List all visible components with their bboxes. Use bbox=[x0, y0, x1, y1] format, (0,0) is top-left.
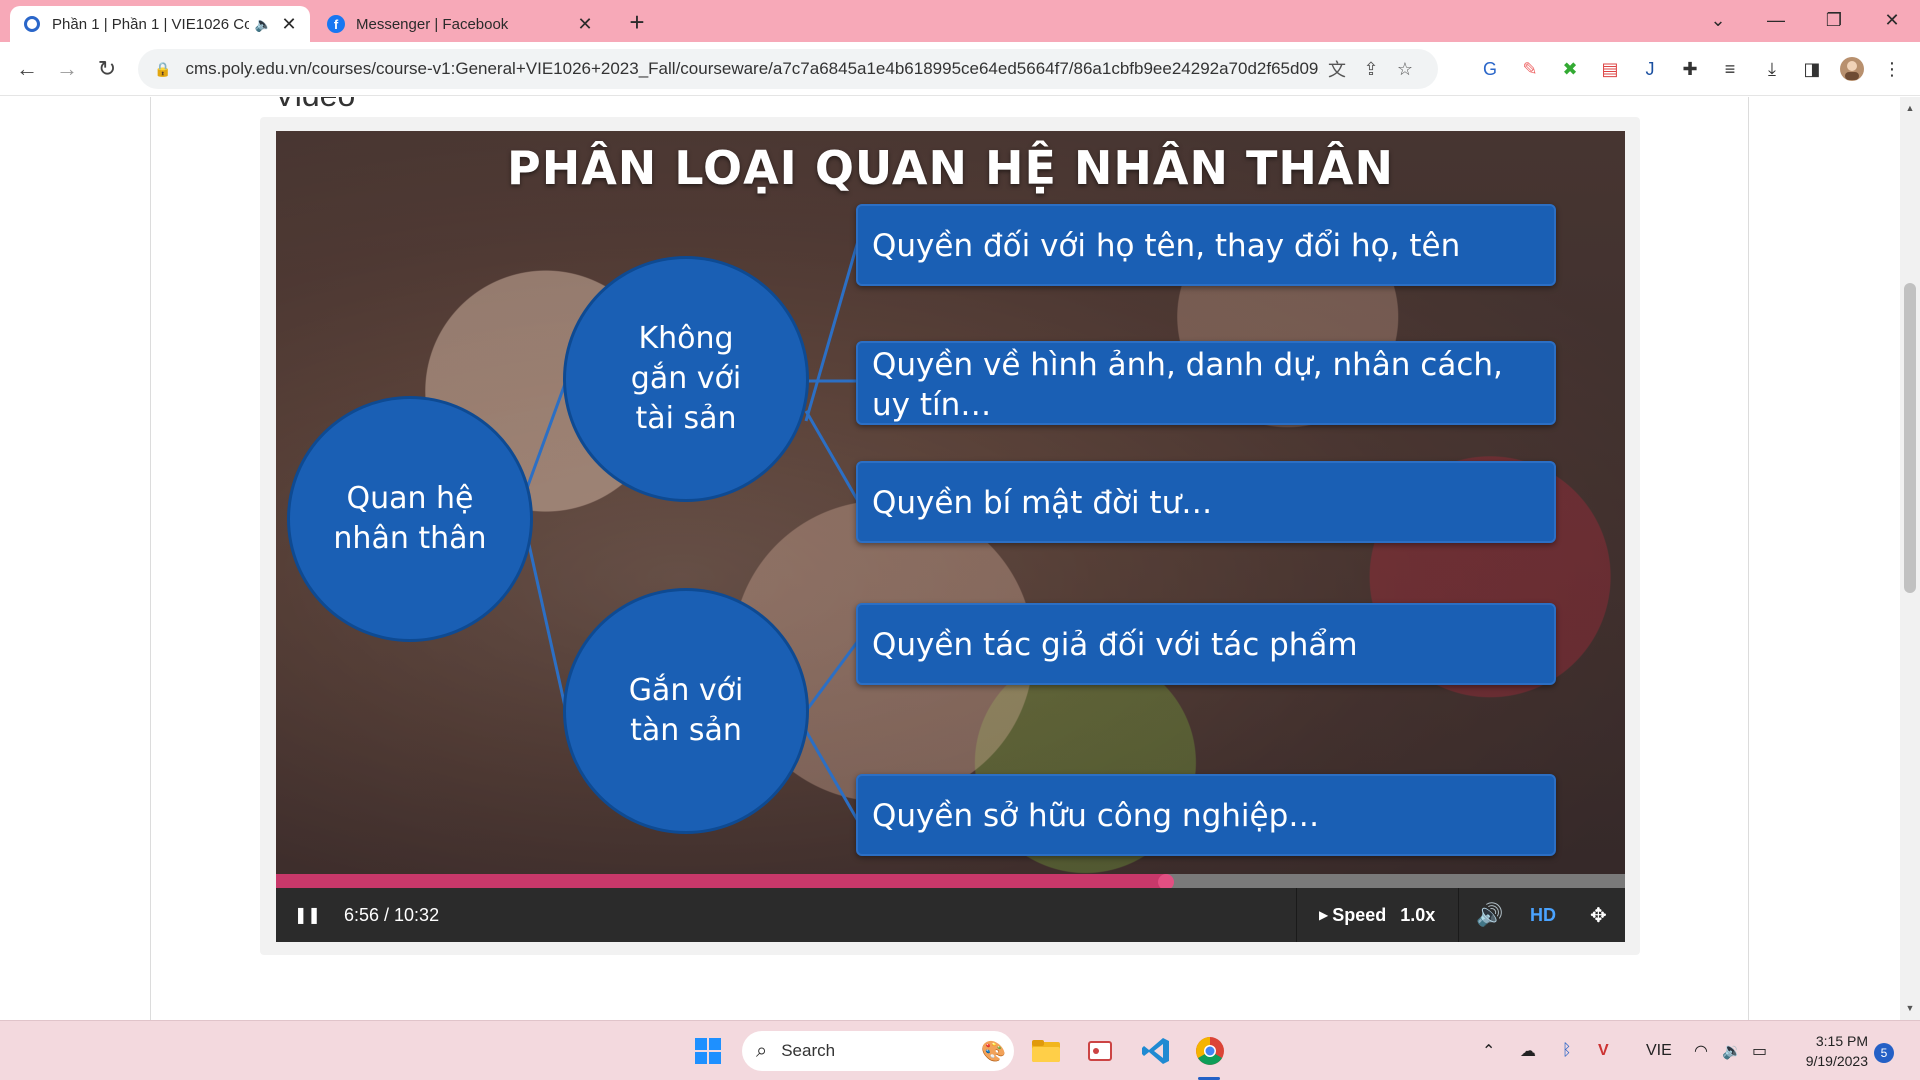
clock-time: 3:15 PM bbox=[1815, 1033, 1868, 1049]
video-progress[interactable] bbox=[276, 874, 1625, 890]
speed-label: Speed bbox=[1332, 904, 1387, 925]
facebook-icon: f bbox=[326, 14, 346, 34]
notification-badge[interactable]: 5 bbox=[1874, 1043, 1894, 1063]
root-circle: Quan hệ nhân thân bbox=[290, 399, 530, 639]
close-icon[interactable]: ✕ bbox=[280, 14, 298, 35]
back-arrow-icon[interactable]: ← bbox=[12, 54, 42, 84]
chevron-down-icon[interactable]: ⌄ bbox=[1690, 0, 1746, 40]
svg-text:f: f bbox=[334, 17, 339, 32]
section-title: Video bbox=[274, 97, 355, 114]
window-close-icon[interactable]: ✕ bbox=[1864, 0, 1920, 40]
search-highlight-icon: 🎨 bbox=[981, 1040, 1006, 1063]
caret-right-icon: ▶ bbox=[1319, 908, 1329, 922]
restore-icon[interactable]: ❐ bbox=[1806, 0, 1862, 40]
ring-icon bbox=[22, 14, 42, 34]
item-box: Quyền về hình ảnh, danh dự, nhân cách, u… bbox=[856, 341, 1556, 425]
hd-button[interactable]: HD bbox=[1530, 888, 1556, 942]
item-box: Quyền sở hữu công nghiệp… bbox=[856, 774, 1556, 856]
page-scrollbar[interactable]: ▲ ▼ bbox=[1900, 97, 1920, 1020]
search-icon: ⌕ bbox=[756, 1039, 768, 1062]
scroll-down-icon[interactable]: ▼ bbox=[1900, 1003, 1920, 1013]
windows-start-icon[interactable] bbox=[688, 1031, 728, 1071]
tab-strip: Phần 1 | Phần 1 | VIE1026 Co 🔈 ✕ f Messe… bbox=[0, 0, 1920, 42]
file-explorer-icon[interactable] bbox=[1026, 1031, 1066, 1071]
column-divider bbox=[1748, 97, 1749, 1020]
translate-icon[interactable]: 文 bbox=[1320, 56, 1354, 82]
chevron-up-icon[interactable]: ⌃ bbox=[1482, 1021, 1495, 1080]
video-controls: ❚❚ 6:56 / 10:32 ▶ Speed 1.0x 🔊 HD ✥ bbox=[276, 888, 1625, 942]
kebab-menu-icon[interactable]: ⋮ bbox=[1878, 55, 1906, 83]
progress-played bbox=[276, 874, 1167, 888]
speaker-icon[interactable]: 🔈 bbox=[255, 16, 272, 33]
avatar[interactable] bbox=[1838, 55, 1866, 83]
tab-course[interactable]: Phần 1 | Phần 1 | VIE1026 Co 🔈 ✕ bbox=[10, 6, 310, 42]
volume-icon[interactable]: 🔉 bbox=[1722, 1021, 1742, 1080]
item-box: Quyền bí mật đời tư… bbox=[856, 461, 1556, 543]
battery-icon[interactable]: ▭ bbox=[1752, 1021, 1767, 1080]
bluetooth-icon[interactable]: ᛒ bbox=[1562, 1021, 1572, 1080]
star-icon[interactable]: ☆ bbox=[1388, 59, 1422, 80]
tab-title: Phần 1 | Phần 1 | VIE1026 Co bbox=[52, 15, 249, 33]
video-frame[interactable]: PHÂN LOẠI QUAN HỆ NHÂN THÂN Quan hệ nhân… bbox=[276, 131, 1625, 874]
tab-messenger[interactable]: f Messenger | Facebook ✕ bbox=[314, 6, 606, 42]
address-bar[interactable]: 🔒 cms.poly.edu.vn/courses/course-v1:Gene… bbox=[138, 49, 1438, 89]
language-indicator[interactable]: VIE bbox=[1646, 1021, 1672, 1080]
control-divider bbox=[1458, 888, 1459, 942]
column-divider bbox=[150, 97, 151, 1020]
scrollbar-thumb[interactable] bbox=[1904, 283, 1916, 593]
pause-icon[interactable]: ❚❚ bbox=[294, 888, 321, 942]
taskbar-search[interactable]: ⌕ Search 🎨 bbox=[742, 1031, 1014, 1071]
branch-circle-bottom: Gắn với tàn sản bbox=[566, 591, 806, 831]
vscode-icon[interactable] bbox=[1136, 1031, 1176, 1071]
j-extension-icon[interactable]: J bbox=[1636, 55, 1664, 83]
forward-arrow-icon[interactable]: → bbox=[52, 54, 82, 84]
puzzle-cross-icon[interactable]: ✖ bbox=[1556, 55, 1584, 83]
chrome-icon[interactable] bbox=[1190, 1031, 1230, 1071]
item-box: Quyền tác giả đối với tác phẩm bbox=[856, 603, 1556, 685]
close-icon[interactable]: ✕ bbox=[576, 14, 594, 35]
fullscreen-icon[interactable]: ✥ bbox=[1590, 888, 1607, 942]
cloud-warning-icon[interactable]: ☁ bbox=[1520, 1021, 1536, 1080]
calendar-icon[interactable]: ▤ bbox=[1596, 55, 1624, 83]
scroll-up-icon[interactable]: ▲ bbox=[1900, 103, 1920, 113]
taskbar-clock[interactable]: 3:15 PM 9/19/2023 bbox=[1796, 1031, 1868, 1071]
v-app-icon[interactable]: V bbox=[1598, 1021, 1609, 1080]
lock-icon[interactable]: 🔒 bbox=[154, 61, 171, 78]
browser-toolbar: ← → ↻ 🔒 cms.poly.edu.vn/courses/course-v… bbox=[0, 42, 1920, 96]
media-queue-icon[interactable]: ≡ bbox=[1716, 55, 1744, 83]
control-divider bbox=[1296, 888, 1297, 942]
speed-button[interactable]: ▶ Speed 1.0x bbox=[1319, 888, 1435, 942]
share-icon[interactable]: ⇪ bbox=[1354, 59, 1388, 80]
color-picker-icon[interactable]: ✎ bbox=[1516, 55, 1544, 83]
extensions-puzzle-icon[interactable]: ✚ bbox=[1676, 55, 1704, 83]
video-time: 6:56 / 10:32 bbox=[344, 904, 440, 925]
search-placeholder: Search bbox=[781, 1041, 836, 1060]
google-translate-icon[interactable]: G bbox=[1476, 55, 1504, 83]
tab-title: Messenger | Facebook bbox=[356, 15, 509, 33]
item-box: Quyền đối với họ tên, thay đổi họ, tên bbox=[856, 204, 1556, 286]
wifi-icon[interactable]: ◠ bbox=[1694, 1021, 1708, 1080]
volume-icon[interactable]: 🔊 bbox=[1476, 888, 1503, 942]
side-panel-icon[interactable]: ◨ bbox=[1798, 55, 1826, 83]
branch-circle-top: Không gắn với tài sản bbox=[566, 259, 806, 499]
reload-icon[interactable]: ↻ bbox=[92, 54, 122, 84]
taskbar: ⌕ Search 🎨 ⌃ ☁ ᛒ V VIE ◠ 🔉 ▭ 3:15 PM 9/1… bbox=[0, 1020, 1920, 1080]
speed-value: 1.0x bbox=[1400, 904, 1436, 925]
snipping-tool-icon[interactable] bbox=[1080, 1031, 1120, 1071]
download-icon[interactable]: ⤓ bbox=[1758, 55, 1786, 83]
minimize-icon[interactable]: — bbox=[1748, 0, 1804, 40]
new-tab-button[interactable]: + bbox=[620, 8, 654, 38]
url-text: cms.poly.edu.vn/courses/course-v1:Genera… bbox=[185, 59, 1320, 78]
clock-date: 9/19/2023 bbox=[1805, 1053, 1868, 1069]
